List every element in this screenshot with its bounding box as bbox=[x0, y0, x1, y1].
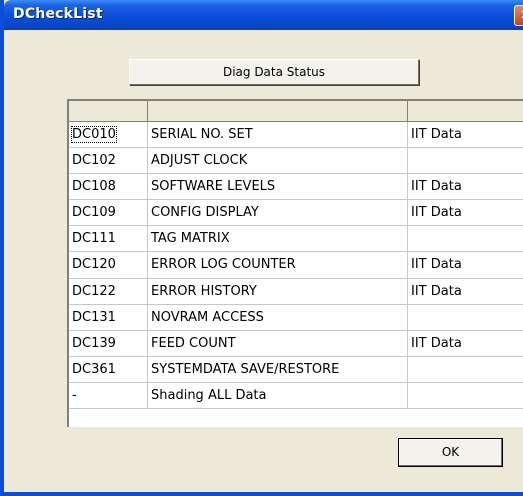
row-code: DC361 bbox=[69, 356, 148, 382]
row-name-text: Shading ALL Data bbox=[151, 387, 267, 403]
row-name: ERROR LOG COUNTER bbox=[148, 252, 408, 278]
list-rows: DC010 SERIAL NO. SET IIT Data DC102 ADJUST C… bbox=[69, 122, 523, 410]
row-name: TAG MATRIX bbox=[148, 226, 408, 252]
dchecklist-window: DCheckList ✕ Diag Data Status DC010 SERIA… bbox=[0, 0, 523, 496]
row-name-text: SOFTWARE LEVELS bbox=[151, 179, 276, 195]
row-status-text: IIT Data bbox=[411, 179, 462, 195]
row-code-text: DC122 bbox=[72, 283, 116, 299]
row-name: NOVRAM ACCESS bbox=[148, 304, 408, 330]
row-name-text: NOVRAM ACCESS bbox=[151, 309, 264, 325]
row-status bbox=[408, 148, 523, 173]
table-row[interactable]: DC120 ERROR LOG COUNTER IIT Data bbox=[69, 252, 523, 279]
row-code: DC139 bbox=[69, 330, 148, 356]
row-code-text: DC108 bbox=[72, 179, 116, 195]
row-code-text: - bbox=[72, 387, 77, 403]
row-name-text: CONFIG DISPLAY bbox=[151, 205, 259, 221]
table-row[interactable]: DC361 SYSTEMDATA SAVE/RESTORE bbox=[69, 356, 523, 383]
table-row[interactable]: DC010 SERIAL NO. SET IIT Data bbox=[69, 122, 523, 149]
row-name-text: TAG MATRIX bbox=[151, 231, 230, 247]
row-status: IIT Data bbox=[408, 122, 523, 147]
column-header-status[interactable] bbox=[408, 101, 523, 121]
row-name: SOFTWARE LEVELS bbox=[148, 174, 408, 200]
row-status: IIT Data bbox=[408, 252, 523, 277]
row-status-text: IIT Data bbox=[411, 335, 462, 351]
row-code-text: DC361 bbox=[72, 361, 116, 377]
check-list[interactable]: DC010 SERIAL NO. SET IIT Data DC102 ADJUST C… bbox=[67, 99, 523, 427]
title-bar[interactable]: DCheckList ✕ bbox=[4, 0, 523, 30]
row-status-text: IIT Data bbox=[411, 283, 462, 299]
row-code: DC108 bbox=[69, 174, 148, 200]
row-code-text: DC111 bbox=[72, 231, 116, 247]
table-row[interactable]: DC131 NOVRAM ACCESS bbox=[69, 304, 523, 331]
row-name: CONFIG DISPLAY bbox=[148, 200, 408, 226]
table-row[interactable]: DC139 FEED COUNT IIT Data bbox=[69, 330, 523, 357]
row-code-text: DC139 bbox=[72, 335, 116, 351]
close-button[interactable]: ✕ bbox=[514, 5, 523, 26]
row-name: ERROR HISTORY bbox=[148, 278, 408, 304]
row-status bbox=[408, 383, 523, 408]
row-code-text: DC109 bbox=[72, 205, 116, 221]
diag-data-status-button[interactable]: Diag Data Status bbox=[129, 59, 419, 85]
row-code: DC102 bbox=[69, 148, 148, 174]
row-status bbox=[408, 357, 523, 382]
row-name: FEED COUNT bbox=[148, 330, 408, 356]
row-name: ADJUST CLOCK bbox=[148, 148, 408, 174]
list-header bbox=[69, 101, 523, 122]
row-status bbox=[408, 305, 523, 330]
table-row[interactable]: DC102 ADJUST CLOCK bbox=[69, 148, 523, 175]
row-name-text: ERROR LOG COUNTER bbox=[151, 257, 296, 273]
column-header-code[interactable] bbox=[69, 101, 148, 121]
row-status: IIT Data bbox=[408, 331, 523, 356]
row-code: DC111 bbox=[69, 226, 148, 252]
ok-button[interactable]: OK bbox=[398, 438, 503, 467]
row-code-text: DC120 bbox=[72, 257, 116, 273]
row-name: Shading ALL Data bbox=[148, 382, 408, 409]
column-header-name[interactable] bbox=[148, 101, 408, 121]
row-code: DC010 bbox=[69, 122, 148, 148]
row-status: IIT Data bbox=[408, 174, 523, 199]
row-name: SERIAL NO. SET bbox=[148, 122, 408, 148]
row-code-text: DC010 bbox=[71, 126, 117, 143]
row-status-text: IIT Data bbox=[411, 127, 462, 142]
row-code: DC120 bbox=[69, 252, 148, 278]
row-name-text: SYSTEMDATA SAVE/RESTORE bbox=[151, 361, 340, 377]
row-status-text: IIT Data bbox=[411, 205, 462, 221]
row-code: DC131 bbox=[69, 304, 148, 330]
row-code: DC109 bbox=[69, 200, 148, 226]
row-name-text: ERROR HISTORY bbox=[151, 283, 257, 299]
table-row[interactable]: DC109 CONFIG DISPLAY IIT Data bbox=[69, 200, 523, 227]
window-title: DCheckList bbox=[13, 6, 103, 22]
row-name-text: ADJUST CLOCK bbox=[151, 153, 248, 169]
row-status-text: IIT Data bbox=[411, 257, 462, 273]
table-row[interactable]: DC108 SOFTWARE LEVELS IIT Data bbox=[69, 174, 523, 201]
row-name-text: FEED COUNT bbox=[151, 335, 236, 351]
row-status: IIT Data bbox=[408, 200, 523, 225]
row-code-text: DC102 bbox=[72, 153, 116, 169]
row-code-text: DC131 bbox=[72, 309, 116, 325]
row-code: DC122 bbox=[69, 278, 148, 304]
row-status: IIT Data bbox=[408, 279, 523, 304]
table-row[interactable]: DC122 ERROR HISTORY IIT Data bbox=[69, 278, 523, 305]
row-status bbox=[408, 226, 523, 251]
row-code: - bbox=[69, 382, 148, 409]
table-row[interactable]: - Shading ALL Data bbox=[69, 382, 523, 410]
row-name-text: SERIAL NO. SET bbox=[151, 127, 253, 142]
table-row[interactable]: DC111 TAG MATRIX bbox=[69, 226, 523, 253]
row-name: SYSTEMDATA SAVE/RESTORE bbox=[148, 356, 408, 382]
